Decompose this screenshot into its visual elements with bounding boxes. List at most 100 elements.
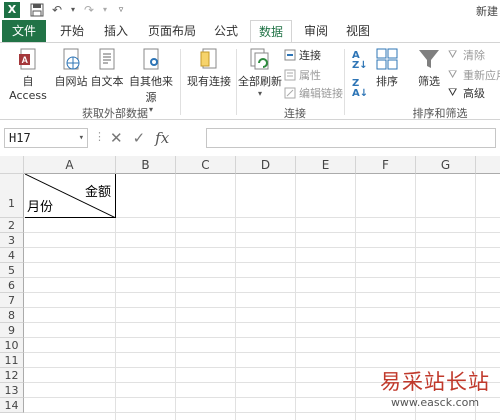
reapply-filter-icon: ⛛ xyxy=(448,68,458,81)
refresh-all-label: 全部刷新 xyxy=(238,75,282,88)
sort-desc-icon[interactable]: Z A↓ xyxy=(352,79,368,99)
tab-file[interactable]: 文件 xyxy=(2,20,46,42)
row-header-1[interactable]: 1 xyxy=(0,174,24,218)
connections-button[interactable]: 连接 xyxy=(284,47,321,63)
cell-a1[interactable]: 金额 月份 xyxy=(25,174,116,218)
ribbon-tabs: 文件 开始 插入 页面布局 公式 数据 审阅 视图 xyxy=(0,20,500,43)
from-other-sources-label: 自其他来源 xyxy=(129,75,173,104)
title-bar: X ↶ ▾ ↷ ▾ ▿ 新建 xyxy=(0,0,500,20)
row-header-12[interactable]: 12 xyxy=(0,368,24,383)
row-header-11[interactable]: 11 xyxy=(0,353,24,368)
more-icon[interactable]: ⋮ xyxy=(94,130,105,143)
from-web-button[interactable]: 自网站 xyxy=(54,47,88,89)
chevron-down-icon: ▾ xyxy=(257,89,262,98)
edit-links-button[interactable]: 编辑链接 xyxy=(284,85,343,101)
watermark-text: 易采站长站 xyxy=(380,370,490,394)
svg-text:A: A xyxy=(22,55,29,65)
tab-formulas[interactable]: 公式 xyxy=(208,20,244,42)
sort-filter-group-label: 排序和筛选 xyxy=(412,107,468,120)
redo-dropdown-icon[interactable]: ▾ xyxy=(102,3,108,17)
watermark-url: www.easck.com xyxy=(390,396,480,409)
formula-bar: H17 ▾ ⋮ ✕ ✓ fx xyxy=(0,120,500,156)
redo-icon[interactable]: ↷ xyxy=(82,3,96,17)
from-web-label: 自网站 xyxy=(54,75,88,88)
existing-connections-button[interactable]: 现有连接 xyxy=(184,47,234,89)
refresh-all-button[interactable]: 全部刷新 ▾ xyxy=(236,47,284,98)
name-box[interactable]: H17 ▾ xyxy=(4,128,88,148)
cell-a1-top-text: 金额 xyxy=(84,185,111,200)
tab-review[interactable]: 审阅 xyxy=(298,20,334,42)
sort-button[interactable]: 排序 xyxy=(372,47,402,89)
column-header-h[interactable] xyxy=(476,156,500,174)
sort-label: 排序 xyxy=(376,75,398,88)
clear-filter-label: 清除 xyxy=(463,49,485,62)
filter-button[interactable]: 筛选 xyxy=(414,47,444,89)
row-header-13[interactable]: 13 xyxy=(0,383,24,398)
select-all-corner[interactable] xyxy=(0,156,24,174)
edit-links-icon xyxy=(284,87,296,99)
save-icon[interactable] xyxy=(30,3,44,17)
row-header-10[interactable]: 10 xyxy=(0,338,24,353)
column-header-b[interactable]: B xyxy=(116,156,176,174)
from-text-button[interactable]: 自文本 xyxy=(90,47,124,89)
gridline xyxy=(24,307,500,308)
row-header-4[interactable]: 4 xyxy=(0,248,24,263)
divider xyxy=(344,49,345,115)
name-box-value: H17 xyxy=(9,131,31,145)
properties-button[interactable]: 属性 xyxy=(284,67,321,83)
row-header-2[interactable]: 2 xyxy=(0,218,24,233)
cell-a1-bottom-text: 月份 xyxy=(27,200,54,215)
clear-filter-button[interactable]: ⛛ 清除 xyxy=(448,47,485,63)
quick-access-toolbar: ↶ ▾ ↷ ▾ ▿ xyxy=(30,2,128,18)
row-header-6[interactable]: 6 xyxy=(0,278,24,293)
cancel-icon[interactable]: ✕ xyxy=(110,129,123,147)
row-header-9[interactable]: 9 xyxy=(0,323,24,338)
column-header-e[interactable]: E xyxy=(296,156,356,174)
tab-data[interactable]: 数据 xyxy=(250,20,292,43)
web-icon xyxy=(63,48,80,70)
row-header-8[interactable]: 8 xyxy=(0,308,24,323)
insert-function-icon[interactable]: fx xyxy=(155,129,169,147)
formula-input[interactable] xyxy=(206,128,496,148)
column-header-c[interactable]: C xyxy=(176,156,236,174)
gridline xyxy=(295,174,296,420)
gridline xyxy=(24,352,500,353)
reapply-filter-button[interactable]: ⛛ 重新应用 xyxy=(448,67,500,83)
enter-icon[interactable]: ✓ xyxy=(133,129,146,147)
column-header-g[interactable]: G xyxy=(416,156,476,174)
tab-home[interactable]: 开始 xyxy=(54,20,90,42)
column-header-d[interactable]: D xyxy=(236,156,296,174)
sort-asc-icon[interactable]: A Z↓ xyxy=(352,51,368,71)
row-header-7[interactable]: 7 xyxy=(0,293,24,308)
connections-icon xyxy=(284,49,296,61)
filter-label: 筛选 xyxy=(418,75,440,88)
connections-label: 连接 xyxy=(299,49,321,62)
excel-window: X ↶ ▾ ↷ ▾ ▿ 新建 文件 开始 插入 页面布局 公式 数据 审阅 视图… xyxy=(0,0,500,420)
access-icon: A xyxy=(19,48,36,70)
reapply-filter-label: 重新应用 xyxy=(463,69,500,82)
column-header-a[interactable]: A xyxy=(24,156,116,174)
tab-page-layout[interactable]: 页面布局 xyxy=(142,20,202,42)
tab-insert[interactable]: 插入 xyxy=(98,20,134,42)
row-header-5[interactable]: 5 xyxy=(0,263,24,278)
existing-connections-label: 现有连接 xyxy=(187,75,231,88)
column-header-f[interactable]: F xyxy=(356,156,416,174)
formula-controls: ✕ ✓ fx xyxy=(110,128,169,148)
row-header-14[interactable]: 14 xyxy=(0,398,24,413)
from-other-sources-button[interactable]: 自其他来源 ▾ xyxy=(124,47,178,114)
properties-label: 属性 xyxy=(299,69,321,82)
text-file-icon xyxy=(99,48,115,70)
gridline xyxy=(24,247,500,248)
from-access-button[interactable]: A 自 Access xyxy=(4,47,52,102)
advanced-filter-button[interactable]: ⛛ 高级 xyxy=(448,85,485,101)
undo-dropdown-icon[interactable]: ▾ xyxy=(70,3,76,17)
from-access-label: 自 Access xyxy=(9,75,47,102)
gridline xyxy=(24,337,500,338)
customize-qat-icon[interactable]: ▿ xyxy=(114,3,128,17)
row-header-3[interactable]: 3 xyxy=(0,233,24,248)
watermark: 易采站长站 www.easck.com xyxy=(374,366,496,409)
undo-icon[interactable]: ↶ xyxy=(50,3,64,17)
chevron-down-icon[interactable]: ▾ xyxy=(79,129,84,147)
tab-view[interactable]: 视图 xyxy=(340,20,376,42)
clear-filter-icon: ⛛ xyxy=(448,48,458,61)
